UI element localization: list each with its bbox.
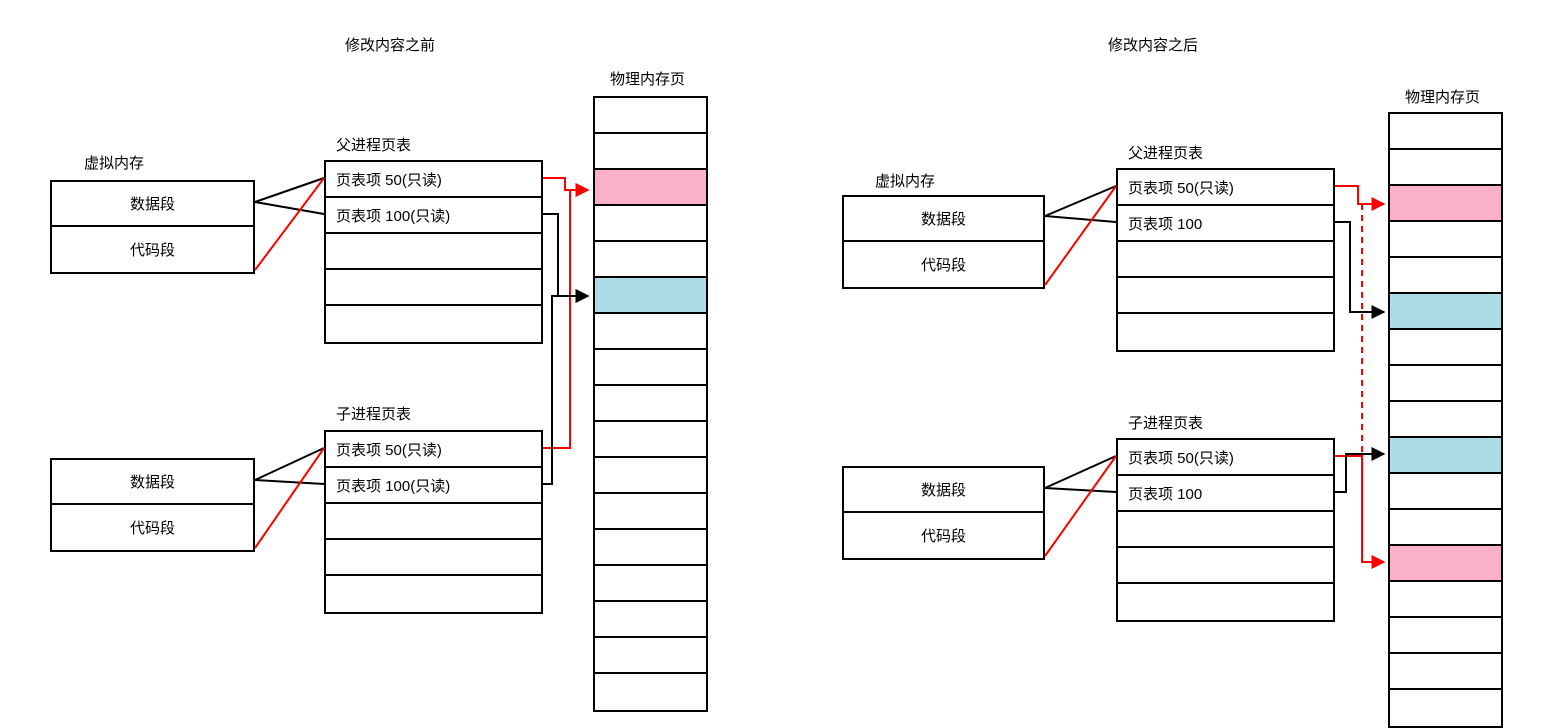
right-parent-empty: [1118, 278, 1333, 314]
phys-page: [1390, 510, 1501, 546]
phys-page: [595, 530, 706, 566]
phys-page: [1390, 114, 1501, 150]
left-vm-data-seg-child: 数据段: [52, 460, 253, 505]
phys-page: [595, 674, 706, 710]
left-child-pte-100: 页表项 100(只读): [326, 468, 541, 504]
right-parent-empty: [1118, 242, 1333, 278]
right-child-table: 页表项 50(只读) 页表项 100: [1116, 438, 1335, 622]
right-parent-pte-100: 页表项 100: [1118, 206, 1333, 242]
left-parent-empty: [326, 234, 541, 270]
phys-page: [1390, 546, 1501, 582]
phys-page: [1390, 582, 1501, 618]
phys-page: [1390, 438, 1501, 474]
phys-page: [595, 242, 706, 278]
phys-page: [595, 134, 706, 170]
right-parent-table: 页表项 50(只读) 页表项 100: [1116, 168, 1335, 352]
phys-page: [1390, 186, 1501, 222]
left-vm-box: 数据段 代码段: [50, 180, 255, 274]
right-child-pte-50: 页表项 50(只读): [1118, 440, 1333, 476]
phys-page: [1390, 150, 1501, 186]
phys-page: [595, 278, 706, 314]
right-vm-label: 虚拟内存: [875, 170, 935, 191]
right-parent-empty: [1118, 314, 1333, 350]
phys-page: [595, 350, 706, 386]
left-child-table-label: 子进程页表: [336, 403, 411, 424]
right-parent-table-label: 父进程页表: [1128, 142, 1203, 163]
left-child-empty: [326, 576, 541, 612]
left-child-empty: [326, 540, 541, 576]
right-parent-pte-50: 页表项 50(只读): [1118, 170, 1333, 206]
phys-page: [1390, 258, 1501, 294]
left-parent-table: 页表项 50(只读) 页表项 100(只读): [324, 160, 543, 344]
right-child-empty: [1118, 512, 1333, 548]
phys-page: [595, 458, 706, 494]
left-child-table: 页表项 50(只读) 页表项 100(只读): [324, 430, 543, 614]
left-parent-empty: [326, 306, 541, 342]
phys-page: [1390, 294, 1501, 330]
phys-page: [595, 386, 706, 422]
right-vm-code-seg-child: 代码段: [844, 513, 1043, 558]
phys-page: [1390, 654, 1501, 690]
phys-page: [595, 422, 706, 458]
phys-page: [595, 602, 706, 638]
left-child-empty: [326, 504, 541, 540]
phys-page: [595, 98, 706, 134]
right-child-table-label: 子进程页表: [1128, 412, 1203, 433]
left-vm-code-seg-child: 代码段: [52, 505, 253, 550]
phys-page: [595, 170, 706, 206]
left-parent-empty: [326, 270, 541, 306]
phys-page: [595, 494, 706, 530]
phys-page: [1390, 222, 1501, 258]
right-phys-label: 物理内存页: [1405, 86, 1480, 107]
phys-page: [595, 206, 706, 242]
left-parent-pte-50: 页表项 50(只读): [326, 162, 541, 198]
left-title: 修改内容之前: [345, 34, 435, 55]
phys-page: [1390, 330, 1501, 366]
left-vm-data-seg: 数据段: [52, 182, 253, 227]
left-parent-pte-100: 页表项 100(只读): [326, 198, 541, 234]
right-phys-box: [1388, 112, 1503, 728]
phys-page: [1390, 402, 1501, 438]
phys-page: [595, 566, 706, 602]
left-vm-box-child: 数据段 代码段: [50, 458, 255, 552]
right-child-empty: [1118, 548, 1333, 584]
right-vm-code-seg: 代码段: [844, 242, 1043, 287]
phys-page: [1390, 474, 1501, 510]
left-vm-code-seg: 代码段: [52, 227, 253, 272]
right-title: 修改内容之后: [1108, 34, 1198, 55]
phys-page: [595, 314, 706, 350]
right-child-empty: [1118, 584, 1333, 620]
phys-page: [1390, 690, 1501, 726]
phys-page: [595, 638, 706, 674]
left-child-pte-50: 页表项 50(只读): [326, 432, 541, 468]
right-vm-box-child: 数据段 代码段: [842, 466, 1045, 560]
left-phys-box: [593, 96, 708, 712]
phys-page: [1390, 366, 1501, 402]
left-parent-table-label: 父进程页表: [336, 134, 411, 155]
right-vm-box: 数据段 代码段: [842, 195, 1045, 289]
phys-page: [1390, 618, 1501, 654]
right-vm-data-seg-child: 数据段: [844, 468, 1043, 513]
left-phys-label: 物理内存页: [610, 68, 685, 89]
right-vm-data-seg: 数据段: [844, 197, 1043, 242]
right-child-pte-100: 页表项 100: [1118, 476, 1333, 512]
left-vm-label: 虚拟内存: [84, 152, 144, 173]
